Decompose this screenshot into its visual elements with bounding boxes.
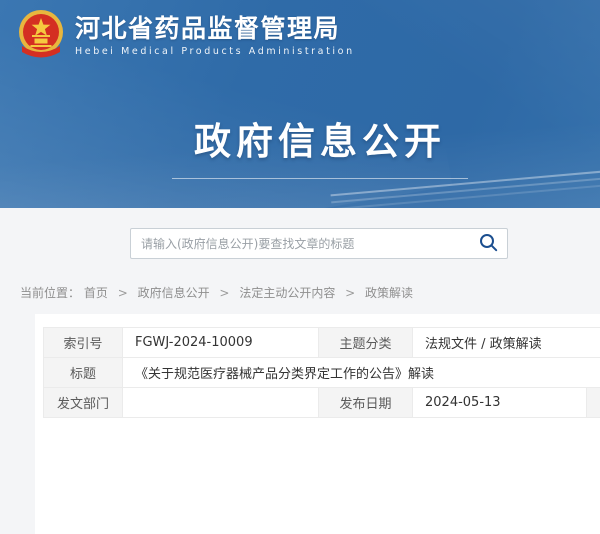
header-banner: 河北省药品监督管理局 Hebei Medical Products Admini… (0, 0, 600, 208)
page-title: 政府信息公开 (20, 111, 600, 165)
breadcrumb-link-info-disclosure[interactable]: 政府信息公开 (138, 286, 210, 300)
breadcrumb-separator: > (118, 286, 128, 300)
breadcrumb-link-policy-interpretation[interactable]: 政策解读 (365, 286, 413, 300)
search-bar (130, 228, 508, 259)
document-info-card: 索引号 FGWJ-2024-10009 主题分类 法规文件 / 政策解读 标题 … (35, 314, 600, 534)
breadcrumb-link-statutory-content[interactable]: 法定主动公开内容 (239, 286, 335, 300)
search-input[interactable] (131, 229, 469, 258)
category-value: 法规文件 / 政策解读 (413, 328, 600, 358)
search-icon (479, 233, 498, 255)
search-button[interactable] (469, 229, 507, 258)
breadcrumb-separator: > (345, 286, 355, 300)
table-row: 标题 《关于规范医疗器械产品分类界定工作的公告》解读 (44, 358, 600, 388)
org-name-en: Hebei Medical Products Administration (75, 46, 355, 57)
title-label: 标题 (44, 358, 123, 388)
index-number-label: 索引号 (44, 328, 123, 358)
title-underline (172, 178, 468, 179)
title-value: 《关于规范医疗器械产品分类界定工作的公告》解读 (123, 358, 600, 388)
org-name-cn: 河北省药品监督管理局 (75, 15, 355, 44)
table-cell-truncated (587, 388, 600, 418)
publish-date-label: 发布日期 (319, 388, 413, 418)
breadcrumb-separator: > (219, 286, 229, 300)
breadcrumb-label: 当前位置： (20, 286, 80, 300)
issuing-dept-value (123, 388, 319, 418)
breadcrumb-link-home[interactable]: 首页 (84, 286, 108, 300)
document-meta-table: 索引号 FGWJ-2024-10009 主题分类 法规文件 / 政策解读 标题 … (43, 327, 600, 418)
publish-date-value: 2024-05-13 (413, 388, 587, 418)
issuing-dept-label: 发文部门 (44, 388, 123, 418)
site-logo[interactable]: 河北省药品监督管理局 Hebei Medical Products Admini… (18, 8, 355, 64)
national-emblem-icon (18, 8, 64, 64)
index-number-value: FGWJ-2024-10009 (123, 328, 319, 358)
table-row: 索引号 FGWJ-2024-10009 主题分类 法规文件 / 政策解读 (44, 328, 600, 358)
breadcrumb: 当前位置： 首页 > 政府信息公开 > 法定主动公开内容 > 政策解读 (20, 284, 413, 301)
table-row: 发文部门 发布日期 2024-05-13 (44, 388, 600, 418)
category-label: 主题分类 (319, 328, 413, 358)
